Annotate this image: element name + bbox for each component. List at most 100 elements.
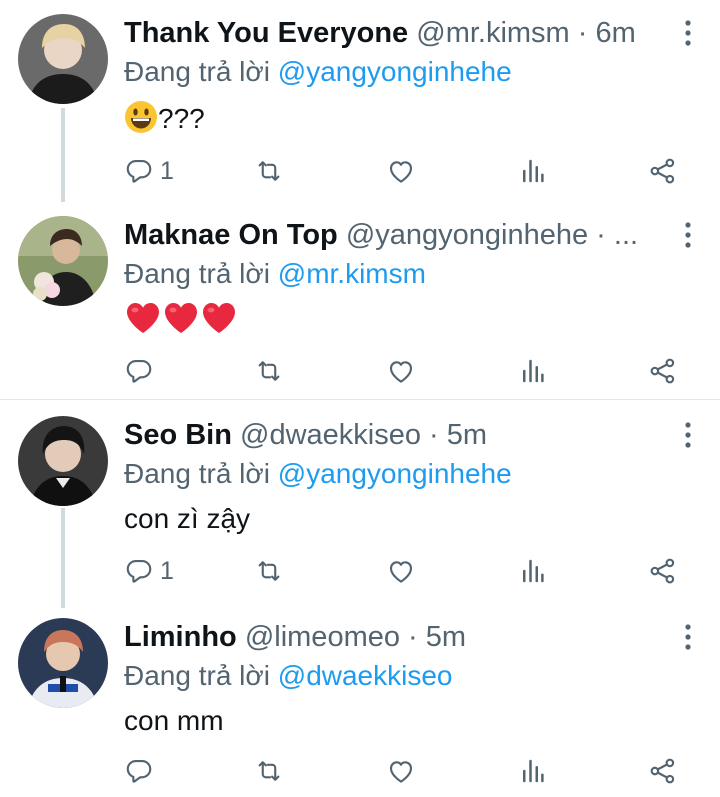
reply-count: 1 xyxy=(160,156,174,185)
views-icon xyxy=(518,756,548,786)
share-button[interactable] xyxy=(648,154,678,188)
retweet-button[interactable] xyxy=(254,354,284,388)
user-handle[interactable]: @mr.kimsm xyxy=(416,17,569,49)
avatar[interactable] xyxy=(18,416,108,506)
separator: · xyxy=(421,419,447,451)
action-bar xyxy=(124,754,684,788)
user-handle[interactable]: @dwaekkiseo xyxy=(240,419,421,451)
heart-emojis xyxy=(124,300,238,336)
retweet-button[interactable] xyxy=(254,754,284,788)
share-icon xyxy=(648,756,678,786)
reply-mention[interactable]: @yangyonginhehe xyxy=(278,458,512,489)
views-button[interactable] xyxy=(518,154,548,188)
reply-prefix: Đang trả lời xyxy=(124,56,278,87)
more-icon[interactable] xyxy=(682,18,694,48)
grinning-face-emoji xyxy=(125,101,157,133)
retweet-icon xyxy=(254,756,284,786)
retweet-button[interactable] xyxy=(254,554,284,588)
share-icon xyxy=(648,156,678,186)
reply-button[interactable] xyxy=(124,754,160,788)
red-heart-emoji xyxy=(162,300,200,336)
like-icon xyxy=(386,356,416,386)
tweet-header: Liminho @limeomeo · 5m xyxy=(124,618,660,656)
retweet-icon xyxy=(254,356,284,386)
reply-button[interactable] xyxy=(124,354,160,388)
views-button[interactable] xyxy=(518,754,548,788)
avatar[interactable] xyxy=(18,216,108,306)
views-icon xyxy=(518,556,548,586)
reply-context: Đang trả lời @yangyonginhehe xyxy=(124,456,512,492)
timestamp[interactable]: 5m xyxy=(447,419,487,451)
tweet-text-body: con mm xyxy=(124,705,224,736)
share-icon xyxy=(648,556,678,586)
action-bar xyxy=(124,354,684,388)
red-heart-emoji xyxy=(200,300,238,336)
tweet[interactable]: Liminho @limeomeo · 5m Đang trả lời @dwa… xyxy=(0,604,720,797)
reply-button[interactable]: 1 xyxy=(124,154,174,188)
reply-mention[interactable]: @yangyonginhehe xyxy=(278,56,512,87)
display-name[interactable]: Maknae On Top xyxy=(124,219,338,251)
like-icon xyxy=(386,156,416,186)
reply-prefix: Đang trả lời xyxy=(124,660,278,691)
display-name[interactable]: Liminho xyxy=(124,621,237,653)
more-icon[interactable] xyxy=(682,622,694,652)
views-icon xyxy=(518,156,548,186)
retweet-button[interactable] xyxy=(254,154,284,188)
tweet-text: con zì zậy xyxy=(124,500,250,538)
action-bar: 1 xyxy=(124,554,684,588)
avatar[interactable] xyxy=(18,618,108,708)
red-heart-emoji xyxy=(124,300,162,336)
views-button[interactable] xyxy=(518,354,548,388)
timestamp[interactable]: ... xyxy=(614,219,638,251)
reply-context: Đang trả lời @yangyonginhehe xyxy=(124,54,512,90)
views-icon xyxy=(518,356,548,386)
share-button[interactable] xyxy=(648,554,678,588)
share-button[interactable] xyxy=(648,354,678,388)
avatar[interactable] xyxy=(18,14,108,104)
reply-mention[interactable]: @mr.kimsm xyxy=(278,258,426,289)
reply-icon xyxy=(124,556,154,586)
like-button[interactable] xyxy=(386,754,416,788)
separator: · xyxy=(399,621,426,653)
tweet-text xyxy=(124,300,238,340)
like-icon xyxy=(386,556,416,586)
tweet-header: Thank You Everyone @mr.kimsm · 6m xyxy=(124,14,660,52)
tweet-header: Maknae On Top @yangyonginhehe · ... xyxy=(124,216,660,254)
retweet-icon xyxy=(254,556,284,586)
reply-icon xyxy=(124,756,154,786)
share-icon xyxy=(648,356,678,386)
timestamp[interactable]: 5m xyxy=(426,621,466,653)
tweet-text-body: ??? xyxy=(158,103,205,134)
share-button[interactable] xyxy=(648,754,678,788)
divider xyxy=(0,399,720,400)
like-button[interactable] xyxy=(386,154,416,188)
more-icon[interactable] xyxy=(682,420,694,450)
reply-prefix: Đang trả lời xyxy=(124,458,278,489)
tweet-text: con mm xyxy=(124,702,224,740)
reply-icon xyxy=(124,156,154,186)
user-handle[interactable]: @yangyonginhehe xyxy=(346,219,588,251)
action-bar: 1 xyxy=(124,154,684,188)
reply-mention[interactable]: @dwaekkiseo xyxy=(278,660,453,691)
like-button[interactable] xyxy=(386,554,416,588)
reply-button[interactable]: 1 xyxy=(124,554,174,588)
reply-prefix: Đang trả lời xyxy=(124,258,278,289)
timestamp[interactable]: 6m xyxy=(596,17,636,49)
tweet-text-body: con zì zậy xyxy=(124,503,251,534)
tweet-header: Seo Bin @dwaekkiseo · 5m xyxy=(124,416,660,454)
reply-icon xyxy=(124,356,154,386)
like-button[interactable] xyxy=(386,354,416,388)
tweet[interactable]: Thank You Everyone @mr.kimsm · 6m Đang t… xyxy=(0,0,720,200)
reply-context: Đang trả lời @mr.kimsm xyxy=(124,256,426,292)
reply-context: Đang trả lời @dwaekkiseo xyxy=(124,658,453,694)
display-name[interactable]: Thank You Everyone xyxy=(124,17,408,49)
tweet[interactable]: Seo Bin @dwaekkiseo · 5m Đang trả lời @y… xyxy=(0,402,720,602)
reply-count: 1 xyxy=(160,556,174,585)
separator: · xyxy=(569,17,596,49)
views-button[interactable] xyxy=(518,554,548,588)
display-name[interactable]: Seo Bin xyxy=(124,419,232,451)
retweet-icon xyxy=(254,156,284,186)
user-handle[interactable]: @limeomeo xyxy=(245,621,400,653)
tweet[interactable]: Maknae On Top @yangyonginhehe · ... Đang… xyxy=(0,202,720,398)
more-icon[interactable] xyxy=(682,220,694,250)
